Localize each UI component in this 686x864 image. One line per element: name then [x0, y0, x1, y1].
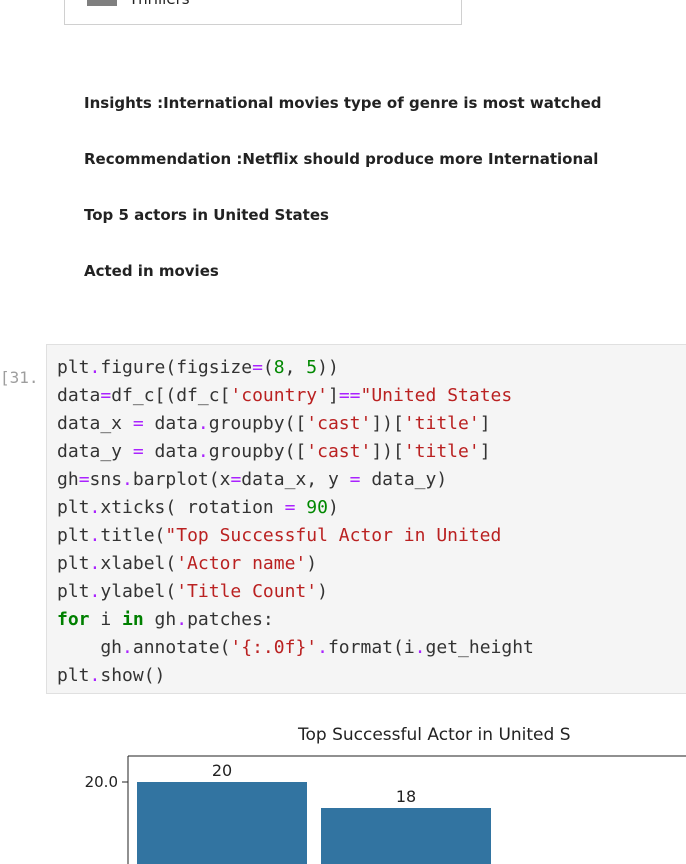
recommendation-line: Recommendation :Netflix should produce m… [84, 150, 598, 168]
heading-top-actors: Top 5 actors in United States [84, 206, 329, 224]
insights-line: Insights :International movies type of g… [84, 94, 602, 112]
legend-box: Thrillers [64, 0, 462, 25]
bar [137, 782, 307, 864]
code-line-5: gh=sns.barplot(x=data_x, y = data_y) [57, 469, 448, 490]
code-line-3: data_x = data.groupby(['cast'])['title'] [57, 413, 491, 434]
insights-text: International movies type of genre is mo… [163, 94, 602, 112]
insights-label: Insights : [84, 94, 164, 112]
code-line-6: plt.xticks( rotation = 90) [57, 497, 339, 518]
bar [321, 808, 491, 864]
heading-acted-in-movies: Acted in movies [84, 262, 219, 280]
code-line-10: for i in gh.patches: [57, 609, 274, 630]
code-line-12: plt.show() [57, 665, 166, 686]
code-line-8: plt.xlabel('Actor name') [57, 553, 318, 574]
recommendation-text: Netflix should produce more Internationa… [242, 150, 599, 168]
code-cell[interactable]: plt.figure(figsize=(8, 5)) data=df_c[(df… [46, 344, 686, 694]
y-ticks: 20.0 [85, 773, 128, 791]
code-line-7: plt.title("Top Successful Actor in Unite… [57, 525, 502, 546]
cell-prompt: [31... [0, 368, 42, 387]
heading-acted-in-movies-text: Acted in movies [84, 262, 219, 280]
bars: 2018 [137, 761, 491, 864]
legend-swatch [87, 0, 117, 6]
code-line-1: plt.figure(figsize=(8, 5)) [57, 357, 339, 378]
code-line-4: data_y = data.groupby(['cast'])['title'] [57, 441, 491, 462]
recommendation-label: Recommendation : [84, 150, 243, 168]
bar-value-label: 18 [396, 787, 416, 806]
legend-label: Thrillers [129, 0, 190, 8]
heading-top-actors-text: Top 5 actors in United States [84, 206, 329, 224]
chart-title: Top Successful Actor in United S [297, 725, 571, 745]
code-line-11: gh.annotate('{:.0f}'.format(i.get_height [57, 637, 534, 658]
code-line-9: plt.ylabel('Title Count') [57, 581, 328, 602]
bar-chart: Top Successful Actor in United S 20.0 20… [85, 725, 686, 864]
bar-value-label: 20 [212, 761, 232, 780]
y-tick-label: 20.0 [85, 773, 118, 791]
code-line-2: data=df_c[(df_c['country']=="United Stat… [57, 385, 513, 406]
